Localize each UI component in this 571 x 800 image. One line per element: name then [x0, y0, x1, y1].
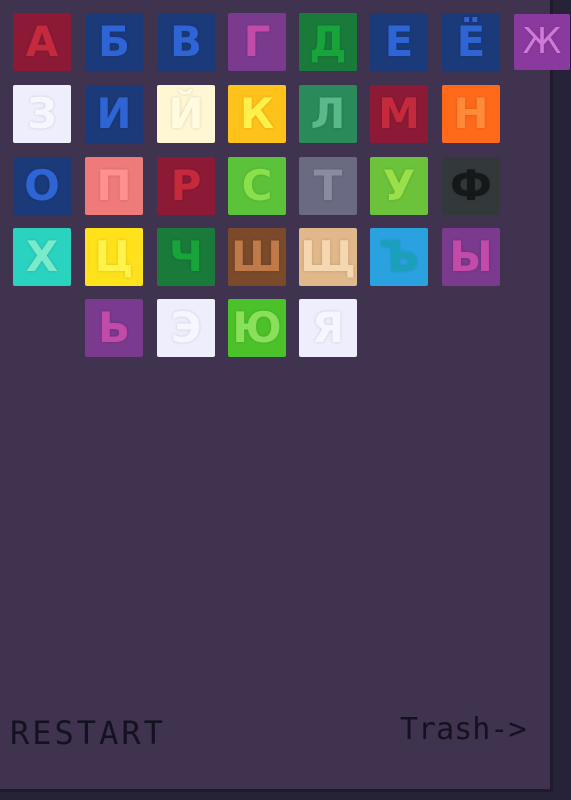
tile-letter-19[interactable]: Т: [299, 157, 357, 215]
tile-letter-8[interactable]: З: [13, 85, 71, 143]
tile-letter-16[interactable]: П: [85, 157, 143, 215]
tile-letter-2[interactable]: Б: [85, 13, 143, 71]
game-board: АБВГДЕЁ ЗИЙКЛМН ОПРСТУФ ХЦЧШЩЪЫ ЬЭЮЯ RESTART…: [0, 0, 553, 792]
tile-letter-14[interactable]: Н: [442, 85, 500, 143]
tile-letter-20[interactable]: У: [370, 157, 428, 215]
restart-button[interactable]: RESTART: [10, 714, 166, 752]
tile-letter-32[interactable]: Я: [299, 299, 357, 357]
tile-letter-5[interactable]: Д: [299, 13, 357, 71]
tile-letter-28[interactable]: Ы: [442, 228, 500, 286]
tile-letter-29[interactable]: Ь: [85, 299, 143, 357]
tile-letter-4[interactable]: Г: [228, 13, 286, 71]
tile-letter-15[interactable]: О: [13, 157, 71, 215]
tile-letter-22[interactable]: Х: [13, 228, 71, 286]
tile-letter-31[interactable]: Ю: [228, 299, 286, 357]
tile-letter-18[interactable]: С: [228, 157, 286, 215]
tile-letter-dragging[interactable]: Ж: [514, 14, 570, 70]
tile-letter-25[interactable]: Ш: [228, 228, 286, 286]
trash-zone[interactable]: Trash->: [400, 712, 526, 747]
tile-letter-27[interactable]: Ъ: [370, 228, 428, 286]
tile-letter-30[interactable]: Э: [157, 299, 215, 357]
tile-letter-21[interactable]: Ф: [442, 157, 500, 215]
tile-letter-17[interactable]: Р: [157, 157, 215, 215]
tile-letter-23[interactable]: Ц: [85, 228, 143, 286]
tile-letter-12[interactable]: Л: [299, 85, 357, 143]
tile-letter-24[interactable]: Ч: [157, 228, 215, 286]
tile-letter-10[interactable]: Й: [157, 85, 215, 143]
tile-letter-13[interactable]: М: [370, 85, 428, 143]
tile-letter-1[interactable]: А: [13, 13, 71, 71]
tile-letter-11[interactable]: К: [228, 85, 286, 143]
tile-letter-3[interactable]: В: [157, 13, 215, 71]
tile-letter-26[interactable]: Щ: [299, 228, 357, 286]
tile-letter-7[interactable]: Ё: [442, 13, 500, 71]
tile-letter-6[interactable]: Е: [370, 13, 428, 71]
tile-letter-9[interactable]: И: [85, 85, 143, 143]
